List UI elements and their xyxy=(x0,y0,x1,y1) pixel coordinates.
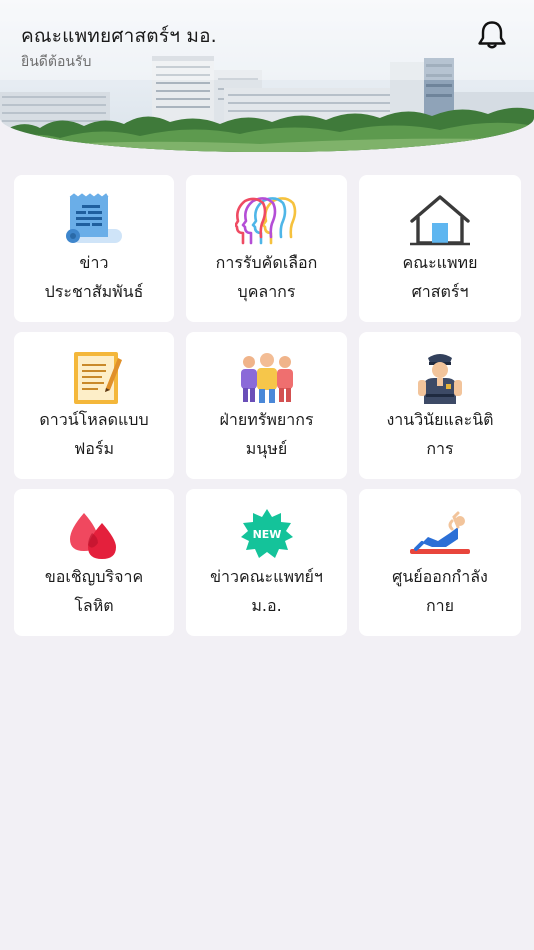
tile-human-resources[interactable]: ฝ่ายทรัพยากร มนุษย์ xyxy=(186,332,347,479)
tile-discipline-legal[interactable]: งานวินัยและนิติ การ xyxy=(359,332,521,479)
tile-label: คณะแพทย ศาสตร์ฯ xyxy=(402,253,478,301)
recruitment-heads-icon xyxy=(234,193,299,249)
app-title: คณะแพทยศาสตร์ฯ มอ. xyxy=(21,25,217,47)
tile-download-form[interactable]: ดาวน์โหลดแบบ ฟอร์ม xyxy=(14,332,174,479)
tile-faculty-news[interactable]: NEW ข่าวคณะแพทย์ฯ ม.อ. xyxy=(186,489,347,636)
tile-faculty[interactable]: คณะแพทย ศาสตร์ฯ xyxy=(359,175,521,322)
tile-recruitment[interactable]: การรับคัดเลือก บุคลากร xyxy=(186,175,347,322)
tile-label: ดาวน์โหลดแบบ ฟอร์ม xyxy=(39,410,149,458)
tile-blood-donation[interactable]: ขอเชิญบริจาค โลหิต xyxy=(14,489,174,636)
tile-fitness-center[interactable]: ศูนย์ออกกำลัง กาย xyxy=(359,489,521,636)
tile-label: ศูนย์ออกกำลัง กาย xyxy=(392,567,488,615)
bell-icon xyxy=(478,21,506,49)
form-document-icon xyxy=(62,350,126,406)
tile-news[interactable]: ข่าว ประชาสัมพันธ์ xyxy=(14,175,174,322)
people-group-icon xyxy=(235,350,299,406)
menu-grid: ข่าว ประชาสัมพันธ์ การรับคัดเลือก บุคลาก… xyxy=(14,175,521,636)
svg-text:NEW: NEW xyxy=(252,528,281,541)
tile-label: การรับคัดเลือก บุคลากร xyxy=(215,253,318,301)
notification-button[interactable] xyxy=(474,18,510,52)
header-banner: คณะแพทยศาสตร์ฯ มอ. ยินดีต้อนรับ xyxy=(0,0,534,152)
tile-label: ข่าวคณะแพทย์ฯ ม.อ. xyxy=(210,567,323,615)
police-officer-icon xyxy=(408,350,472,406)
tile-label: งานวินัยและนิติ การ xyxy=(386,410,494,458)
home-icon xyxy=(408,193,472,249)
tile-label: ขอเชิญบริจาค โลหิต xyxy=(44,567,144,615)
new-badge-icon: NEW xyxy=(235,507,299,563)
tile-label: ข่าว ประชาสัมพันธ์ xyxy=(44,253,144,301)
tile-label: ฝ่ายทรัพยากร มนุษย์ xyxy=(219,410,314,458)
exercise-icon xyxy=(408,507,472,563)
news-scroll-icon xyxy=(62,193,126,249)
welcome-subtitle: ยินดีต้อนรับ xyxy=(21,54,92,70)
blood-drop-icon xyxy=(62,507,126,563)
